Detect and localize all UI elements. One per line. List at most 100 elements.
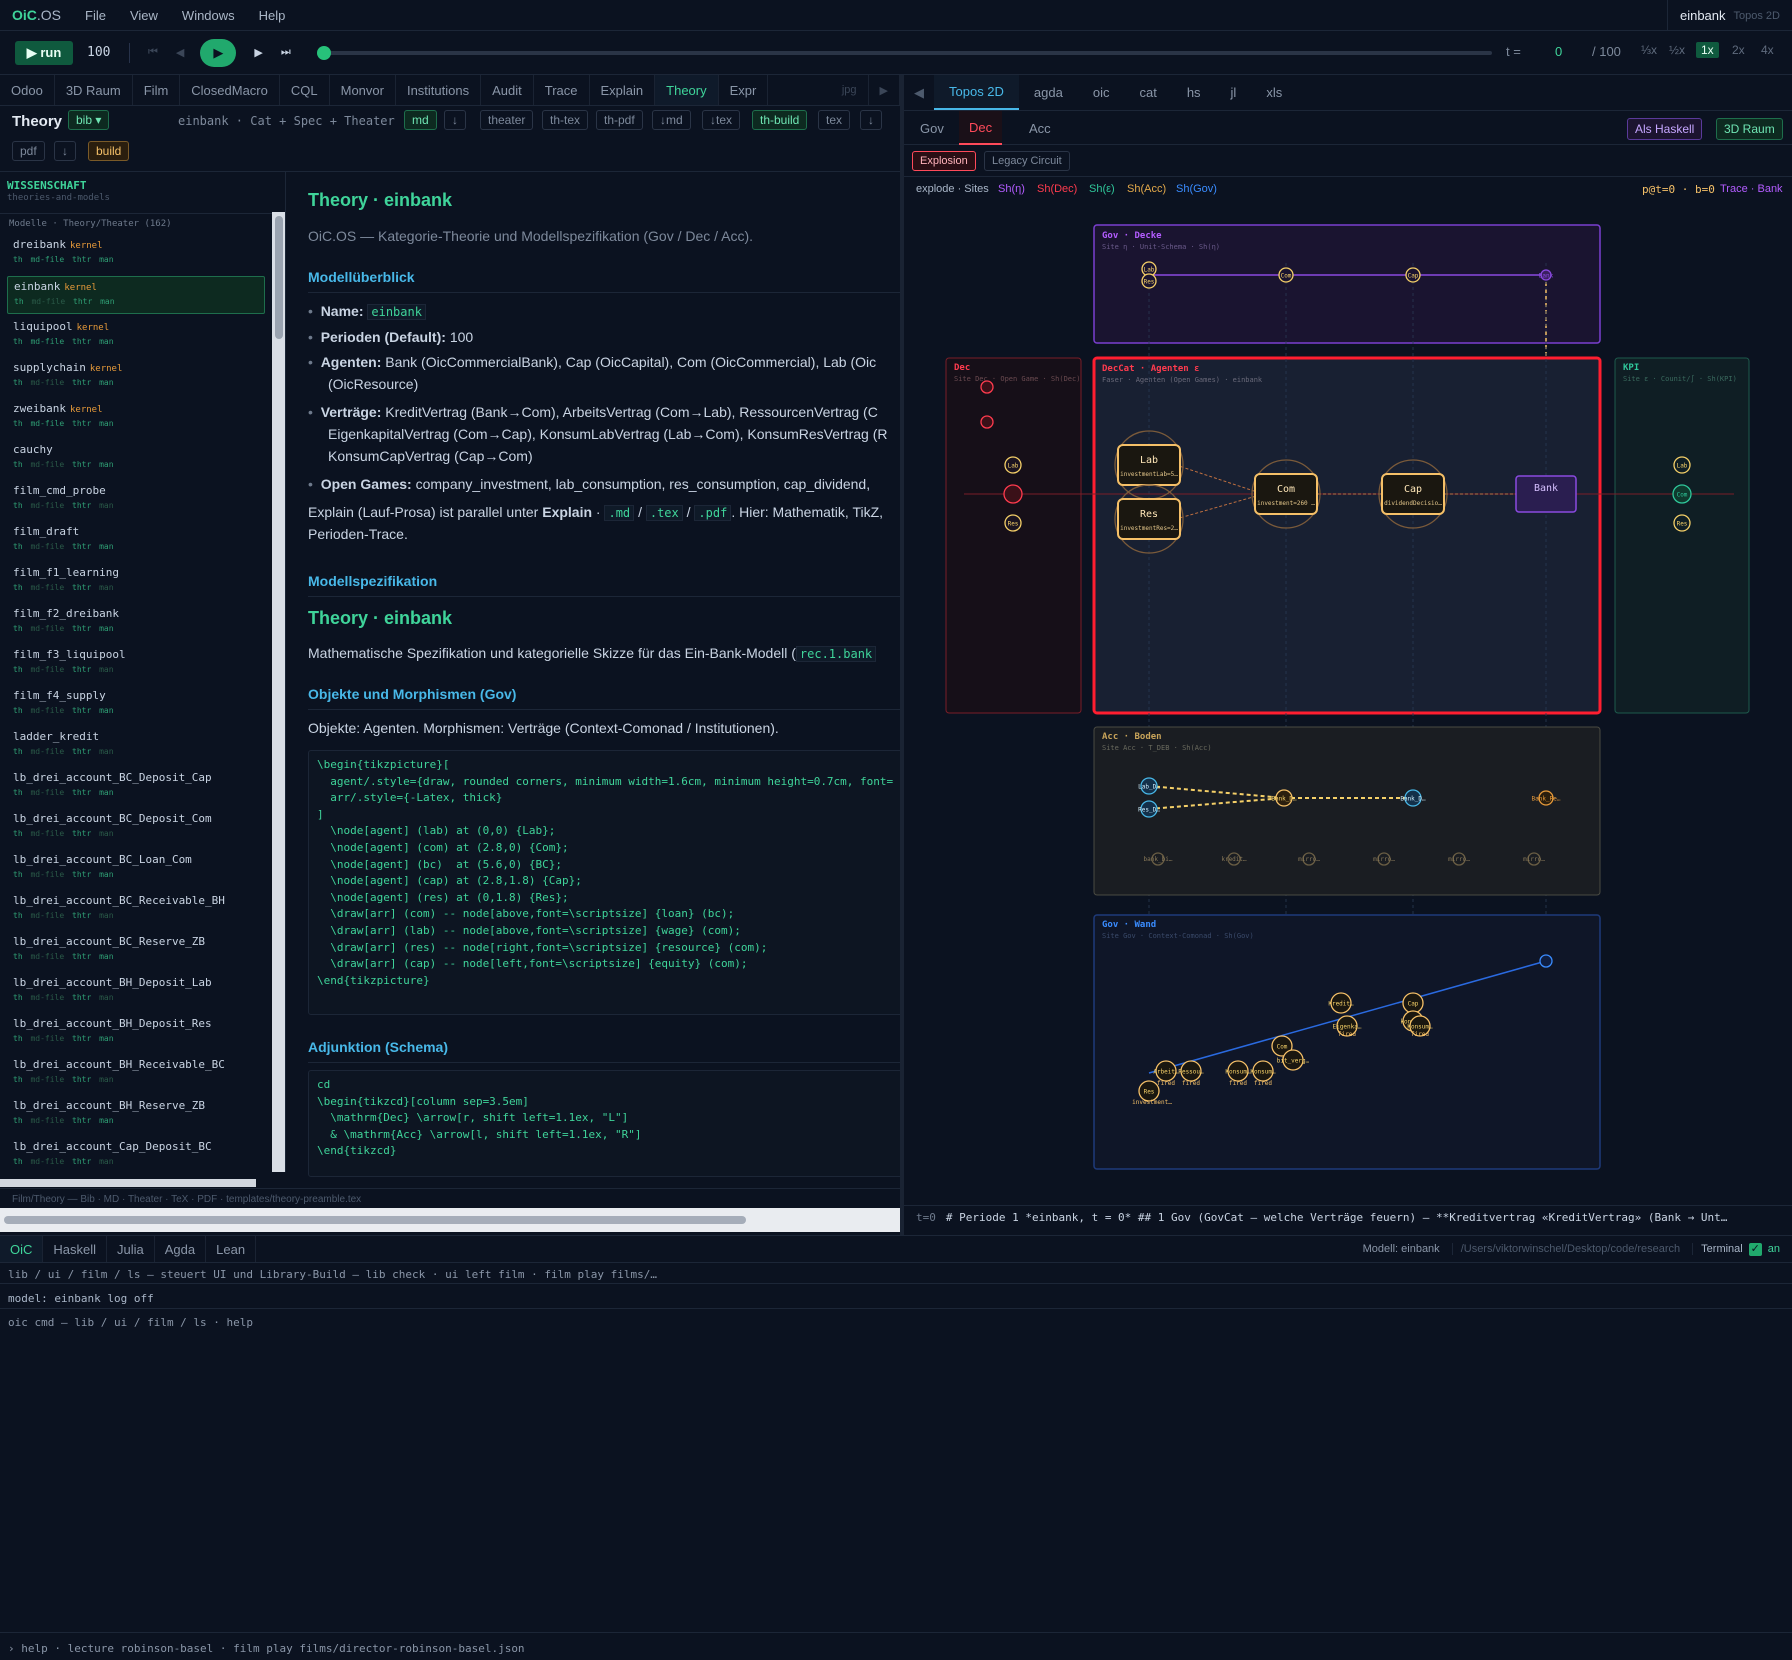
command-hint-bar[interactable]: › help · lecture robinson-basel · film p…: [0, 1632, 1792, 1660]
sidebar-item-film-f3-liquipool[interactable]: film_f3_liquipool th md-file thtr man: [7, 645, 265, 683]
tag-th[interactable]: th: [13, 1075, 23, 1084]
th-build-button[interactable]: th-build: [752, 110, 808, 130]
trace-bank-link[interactable]: Trace · Bank: [1720, 183, 1783, 195]
md-button[interactable]: md: [404, 110, 437, 130]
tab-scroll-right-icon[interactable]: ▶: [869, 75, 900, 105]
tag-man[interactable]: man: [99, 665, 113, 674]
tag-man[interactable]: man: [99, 1075, 113, 1084]
tab-cql[interactable]: CQL: [280, 75, 330, 105]
tab-haskell[interactable]: Haskell: [43, 1236, 108, 1262]
tag-thtr[interactable]: thtr: [72, 255, 91, 264]
terminal-checkbox[interactable]: ✓: [1748, 1242, 1762, 1256]
tag-md[interactable]: md-file: [30, 1034, 64, 1043]
tag-thtr[interactable]: thtr: [72, 378, 91, 387]
tab-trace[interactable]: Trace: [534, 75, 590, 105]
tag-man[interactable]: man: [99, 419, 113, 428]
tab-agda-terminal[interactable]: Agda: [155, 1236, 207, 1262]
tag-man[interactable]: man: [99, 460, 113, 469]
tag-th[interactable]: th: [13, 747, 23, 756]
tag-th[interactable]: th: [13, 1157, 23, 1166]
link-tex[interactable]: .tex: [645, 505, 683, 521]
tag-th[interactable]: th: [13, 952, 23, 961]
menu-file[interactable]: File: [85, 8, 106, 23]
tex-download-button[interactable]: ↓: [860, 110, 882, 130]
tag-thtr[interactable]: thtr: [72, 1034, 91, 1043]
tag-md[interactable]: md-file: [30, 255, 64, 264]
sidebar-item-lb-drei-account-bh-receivable-bc[interactable]: lb_drei_account_BH_Receivable_BC th md-fi…: [7, 1055, 265, 1093]
tag-th[interactable]: th: [13, 337, 23, 346]
menu-help[interactable]: Help: [259, 8, 286, 23]
tag-md[interactable]: md-file: [30, 501, 64, 510]
tag-man[interactable]: man: [99, 1116, 113, 1125]
sidebar-item-lb-drei-account-cap-deposit-bc[interactable]: lb_drei_account_Cap_Deposit_BC th md-file…: [7, 1137, 265, 1172]
tag-thtr[interactable]: thtr: [72, 1075, 91, 1084]
step-back-icon[interactable]: ◀: [176, 46, 184, 59]
tab-jpg[interactable]: jpg: [831, 75, 869, 105]
tag-man[interactable]: man: [99, 1034, 113, 1043]
sidebar-h-scrollbar[interactable]: [0, 1179, 256, 1187]
bib-dropdown[interactable]: bib ▾: [68, 110, 110, 130]
tag-th[interactable]: th: [13, 1034, 23, 1043]
tag-thtr[interactable]: thtr: [72, 870, 91, 879]
tag-md[interactable]: md-file: [30, 583, 64, 592]
tab-xls[interactable]: xls: [1251, 75, 1297, 110]
tag-th[interactable]: th: [13, 870, 23, 879]
tab-jl[interactable]: jl: [1216, 75, 1252, 110]
tag-md[interactable]: md-file: [31, 297, 65, 306]
steps-input[interactable]: 100: [87, 45, 117, 60]
download-md-button[interactable]: ↓md: [652, 110, 691, 130]
sidebar-item-ladder-kredit[interactable]: ladder_kredit th md-file thtr man: [7, 727, 265, 765]
site-gov[interactable]: Sh(Gov): [1176, 183, 1217, 195]
tag-thtr[interactable]: thtr: [72, 706, 91, 715]
sidebar-scrollbar[interactable]: [272, 212, 285, 1172]
speed-third[interactable]: ⅓x: [1636, 42, 1662, 58]
site-acc[interactable]: Sh(Acc): [1127, 183, 1166, 195]
tag-th[interactable]: th: [13, 378, 23, 387]
sidebar-item-lb-drei-account-bc-deposit-cap[interactable]: lb_drei_account_BC_Deposit_Cap th md-file…: [7, 768, 265, 806]
tag-md[interactable]: md-file: [30, 1157, 64, 1166]
tag-man[interactable]: man: [99, 501, 113, 510]
tab-audit[interactable]: Audit: [481, 75, 534, 105]
md-download-button[interactable]: ↓: [444, 110, 466, 130]
sidebar-item-supplychain[interactable]: supplychain kernel th md-file thtr man: [7, 358, 265, 396]
tag-man[interactable]: man: [99, 829, 113, 838]
3d-raum-button[interactable]: 3D Raum: [1716, 118, 1783, 140]
tag-th[interactable]: th: [13, 583, 23, 592]
tag-md[interactable]: md-file: [30, 911, 64, 920]
tex-button[interactable]: tex: [818, 110, 851, 130]
th-pdf-button[interactable]: th-pdf: [596, 110, 643, 130]
tab-oic-terminal[interactable]: OiC: [0, 1236, 44, 1262]
tag-thtr[interactable]: thtr: [72, 583, 91, 592]
tag-man[interactable]: man: [99, 993, 113, 1002]
agent-box-bank[interactable]: [1515, 475, 1577, 513]
skip-end-icon[interactable]: ⏭: [281, 46, 291, 59]
terminal-input[interactable]: oic cmd — lib / ui / film / ls · help: [8, 1316, 253, 1329]
sidebar-item-liquipool[interactable]: liquipool kernel th md-file thtr man: [7, 317, 265, 355]
tag-md[interactable]: md-file: [30, 337, 64, 346]
tag-md[interactable]: md-file: [30, 952, 64, 961]
tab-film[interactable]: Film: [133, 75, 181, 105]
tab-oic[interactable]: oic: [1078, 75, 1125, 110]
tag-thtr[interactable]: thtr: [72, 911, 91, 920]
tag-md[interactable]: md-file: [30, 829, 64, 838]
timeline-handle[interactable]: [317, 46, 331, 60]
sidebar-item-lb-drei-account-bh-reserve-zb[interactable]: lb_drei_account_BH_Reserve_ZB th md-file …: [7, 1096, 265, 1134]
download-tex-button[interactable]: ↓tex: [702, 110, 741, 130]
tag-man[interactable]: man: [99, 788, 113, 797]
tab-gov[interactable]: Gov: [910, 111, 954, 145]
tag-md[interactable]: md-file: [30, 460, 64, 469]
tag-md[interactable]: md-file: [30, 542, 64, 551]
site-dec[interactable]: Sh(Dec): [1037, 183, 1077, 195]
tab-expr[interactable]: Expr: [719, 75, 769, 105]
tag-thtr[interactable]: thtr: [72, 337, 91, 346]
dec-center-node[interactable]: [1003, 484, 1023, 504]
menu-view[interactable]: View: [130, 8, 158, 23]
tag-th[interactable]: th: [13, 501, 23, 510]
sidebar-item-einbank[interactable]: einbank kernel th md-file thtr man: [7, 276, 265, 314]
tag-thtr[interactable]: thtr: [72, 419, 91, 428]
speed-2x[interactable]: 2x: [1727, 42, 1750, 58]
skip-start-icon[interactable]: ⏮: [148, 46, 158, 59]
sidebar-item-lb-drei-account-bh-deposit-lab[interactable]: lb_drei_account_BH_Deposit_Lab th md-file…: [7, 973, 265, 1011]
dec-marker-2-node[interactable]: [980, 415, 994, 429]
tag-man[interactable]: man: [99, 870, 113, 879]
